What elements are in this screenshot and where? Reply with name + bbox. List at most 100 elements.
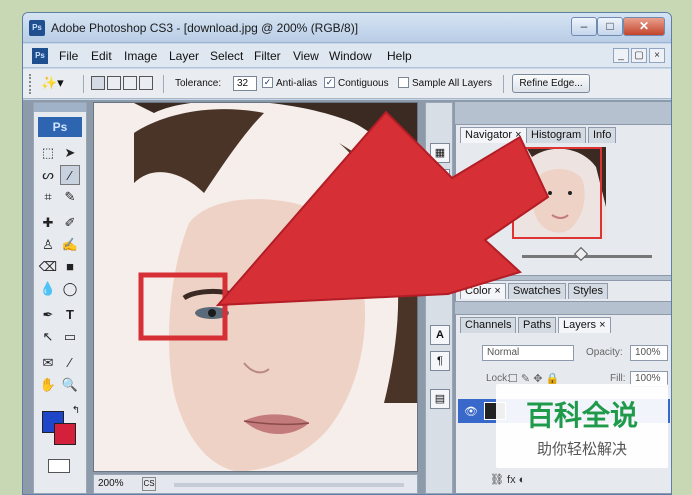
magic-wand-preset-icon[interactable]: ✨▾	[41, 75, 71, 93]
intersect-selection-icon[interactable]	[139, 76, 153, 90]
navigator-zoom-field[interactable]: 200%	[462, 249, 488, 260]
divider	[83, 75, 84, 93]
navigator-panel: Navigator × Histogram Info 200%	[455, 124, 671, 276]
crop-tool-icon[interactable]: ⌗	[38, 187, 58, 207]
swap-colors-icon[interactable]: ↰	[66, 401, 86, 421]
tab-styles[interactable]: Styles	[568, 283, 608, 299]
menu-image[interactable]: Image	[124, 49, 157, 63]
zoom-tool-icon[interactable]: 🔍	[60, 375, 80, 395]
menu-window[interactable]: Window	[329, 49, 372, 63]
navigator-dock-icon[interactable]: ▦	[430, 143, 450, 163]
toolbox: Ps ⬚ ➤ ᔕ ⁄ ⌗ ✎ ✚ ✐ ♙ ✍ ⌫ ■ 💧 ◯ ✒ T ↖ ▭ ✉	[33, 102, 87, 494]
healing-brush-icon[interactable]: ✚	[38, 213, 58, 233]
history-brush-icon[interactable]: ✍	[60, 235, 80, 255]
document-canvas[interactable]	[93, 102, 418, 472]
title-bar[interactable]: Ps Adobe Photoshop CS3 - [download.jpg @…	[23, 13, 671, 43]
tab-info[interactable]: Info	[588, 127, 617, 143]
photoshop-logo[interactable]: Ps	[38, 117, 82, 137]
menu-filter[interactable]: Filter	[254, 49, 281, 63]
sample-all-layers-label: Sample All Layers	[412, 78, 493, 89]
opacity-label: Opacity:	[586, 347, 623, 358]
navigator-zoom-slider[interactable]	[522, 255, 652, 258]
quick-mask-icon[interactable]	[48, 459, 70, 473]
tab-layers[interactable]: Layers ×	[558, 317, 611, 333]
path-selection-icon[interactable]: ↖	[38, 327, 58, 347]
brush-tool-icon[interactable]: ✐	[60, 213, 80, 233]
contiguous-label: Contiguous	[338, 78, 389, 89]
navigator-view-box[interactable]	[512, 147, 602, 239]
dodge-tool-icon[interactable]: ◯	[60, 279, 80, 299]
menu-file[interactable]: File	[59, 49, 78, 63]
move-tool-icon[interactable]: ➤	[60, 143, 80, 163]
add-to-selection-icon[interactable]	[107, 76, 121, 90]
document-menu-icon[interactable]: Ps	[32, 48, 48, 64]
close-button[interactable]: ✕	[623, 17, 665, 36]
sample-all-layers-checkbox[interactable]	[398, 77, 409, 88]
shape-tool-icon[interactable]: ▭	[60, 327, 80, 347]
minimize-button[interactable]: –	[571, 17, 597, 36]
new-selection-icon[interactable]	[91, 76, 105, 90]
gradient-tool-icon[interactable]: ■	[60, 257, 80, 277]
marquee-tool-icon[interactable]: ⬚	[38, 143, 58, 163]
anti-alias-checkbox[interactable]: ✓	[262, 77, 273, 88]
doc-restore-button[interactable]: ▢	[631, 48, 647, 63]
menu-layer[interactable]: Layer	[169, 49, 199, 63]
photoshop-app-icon[interactable]: Ps	[29, 20, 45, 36]
pen-tool-icon[interactable]: ✒	[38, 305, 58, 325]
navigator-slider-knob[interactable]	[573, 246, 589, 262]
watermark-title: 百科全说	[525, 399, 638, 432]
menu-view[interactable]: View	[293, 49, 319, 63]
screen-background: Ps Adobe Photoshop CS3 - [download.jpg @…	[0, 0, 692, 495]
tab-navigator[interactable]: Navigator ×	[460, 127, 527, 143]
doc-close-button[interactable]: ×	[649, 48, 665, 63]
tab-channels[interactable]: Channels	[460, 317, 517, 333]
layer-link-icon[interactable]: ⛓ fx ◐	[490, 473, 525, 486]
contiguous-checkbox[interactable]: ✓	[324, 77, 335, 88]
slice-tool-icon[interactable]: ✎	[60, 187, 80, 207]
doc-minimize-button[interactable]: _	[613, 48, 629, 63]
toolbox-header[interactable]	[34, 103, 86, 112]
panel-dock: ▦ ▶ ✤ A ¶ ▤	[425, 102, 453, 494]
eraser-tool-icon[interactable]: ⌫	[38, 257, 58, 277]
watermark-subtitle: 助你轻松解决	[536, 440, 627, 458]
background-color-swatch[interactable]	[54, 423, 76, 445]
maximize-button[interactable]: □	[597, 17, 623, 36]
eye-icon[interactable]: 👁	[464, 405, 478, 418]
menu-bar: Ps File Edit Image Layer Select Filter V…	[23, 44, 671, 68]
divider	[503, 75, 504, 93]
window-title: Adobe Photoshop CS3 - [download.jpg @ 20…	[51, 21, 359, 35]
clone-stamp-icon[interactable]: ♙	[38, 235, 58, 255]
color-panel: Color × Swatches Styles	[455, 280, 671, 302]
actions-dock-icon[interactable]: ▶	[430, 169, 450, 189]
menu-help[interactable]: Help	[387, 49, 412, 63]
magic-wand-tool-icon[interactable]: ⁄	[60, 165, 80, 185]
tab-swatches[interactable]: Swatches	[508, 283, 566, 299]
hand-tool-icon[interactable]: ✋	[38, 375, 58, 395]
tab-histogram[interactable]: Histogram	[526, 127, 587, 143]
tab-paths[interactable]: Paths	[518, 317, 557, 333]
status-bar: 200% CS	[93, 474, 418, 494]
menu-select[interactable]: Select	[210, 49, 243, 63]
type-tool-icon[interactable]: T	[60, 305, 80, 325]
notes-tool-icon[interactable]: ✉	[38, 353, 58, 373]
blur-tool-icon[interactable]: 💧	[38, 279, 58, 299]
opacity-field[interactable]: 100%	[630, 345, 668, 361]
eyedropper-tool-icon[interactable]: ⁄	[60, 353, 80, 373]
paragraph-dock-icon[interactable]: ¶	[430, 351, 450, 371]
tolerance-input[interactable]: 32	[233, 76, 257, 91]
zoom-level-field[interactable]: 200%	[98, 478, 124, 489]
tolerance-label: Tolerance:	[175, 78, 222, 89]
tab-color[interactable]: Color ×	[460, 283, 506, 299]
subtract-selection-icon[interactable]	[123, 76, 137, 90]
brushes-dock-icon[interactable]: ✤	[430, 251, 450, 271]
character-dock-icon[interactable]: A	[430, 325, 450, 345]
layer-comps-dock-icon[interactable]: ▤	[430, 389, 450, 409]
status-menu-icon[interactable]: CS	[142, 477, 156, 491]
horizontal-scrollbar[interactable]	[174, 483, 404, 487]
blend-mode-select[interactable]: Normal	[482, 345, 574, 361]
portrait-photo	[94, 103, 417, 471]
lasso-tool-icon[interactable]: ᔕ	[38, 165, 58, 185]
refine-edge-button[interactable]: Refine Edge...	[512, 74, 590, 93]
menu-edit[interactable]: Edit	[91, 49, 112, 63]
options-grip[interactable]	[29, 74, 33, 94]
